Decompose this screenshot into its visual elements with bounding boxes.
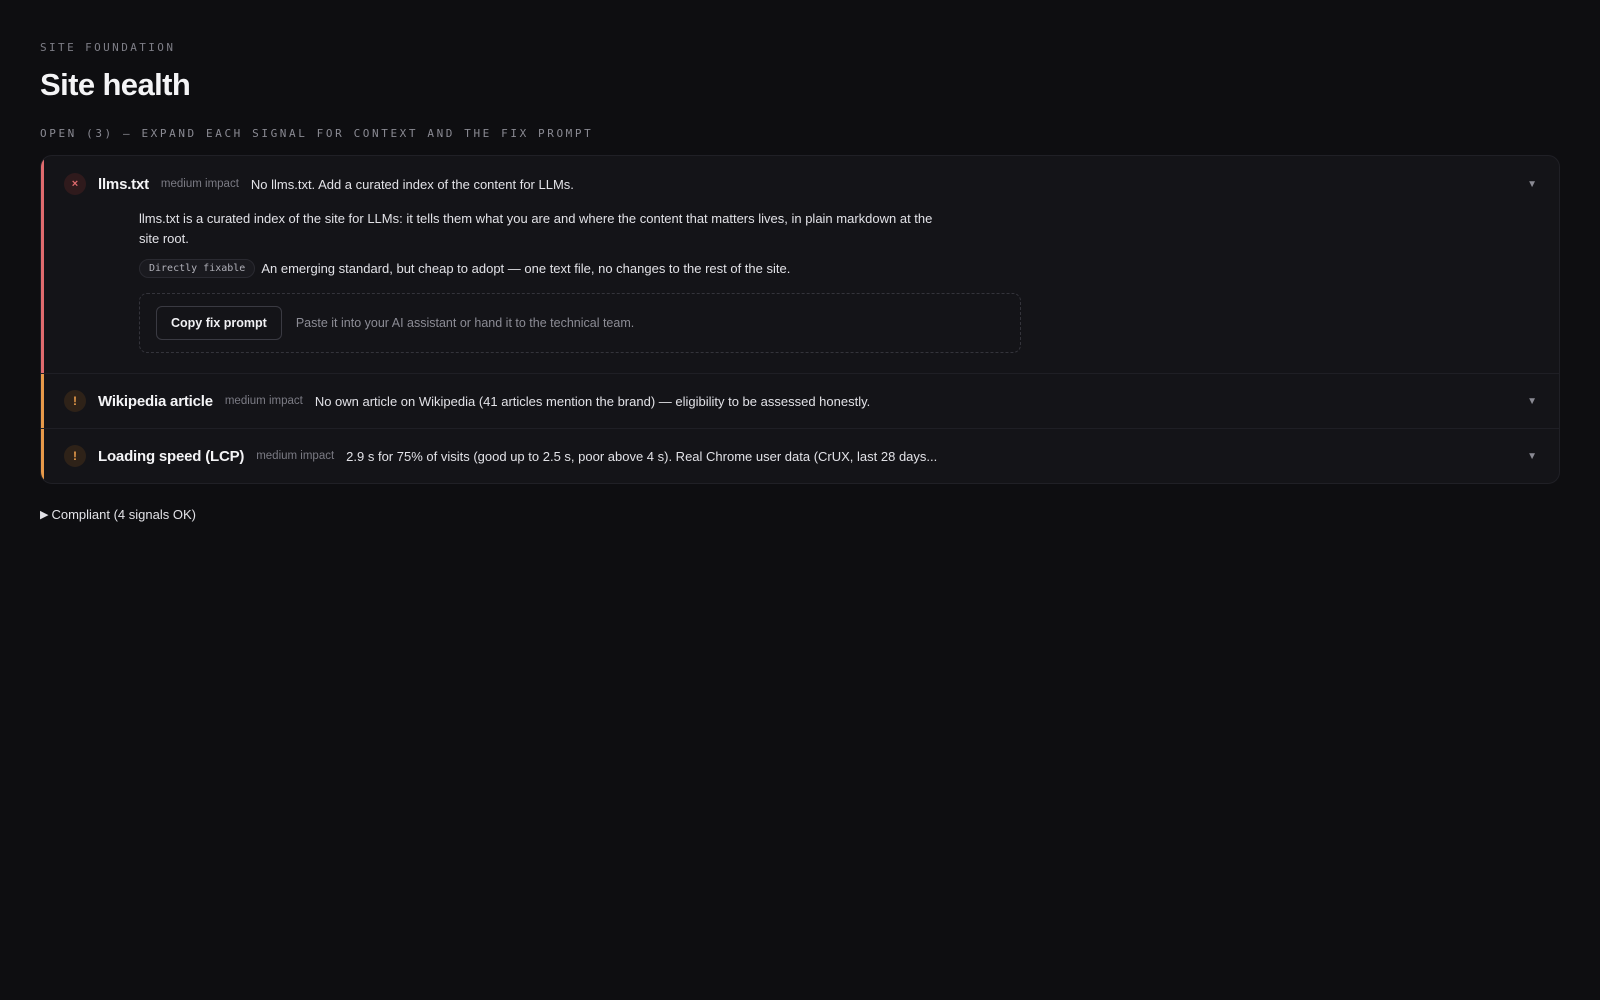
signal-description: llms.txt is a curated index of the site …: [139, 211, 933, 247]
signal-title: Loading speed (LCP): [98, 447, 245, 465]
exclamation-icon: !: [64, 445, 86, 468]
signals-panel: × llms.txt medium impact No llms.txt. Ad…: [40, 155, 1560, 485]
status-bar: [41, 374, 44, 429]
signal-loading-speed: ! Loading speed (LCP) medium impact 2.9 …: [41, 428, 1559, 484]
impact-label: medium impact: [224, 395, 303, 408]
compliant-label: Compliant (4 signals OK): [51, 507, 196, 523]
triangle-right-icon: ▶: [40, 509, 49, 522]
signal-title: llms.txt: [98, 175, 149, 193]
signal-summary: No own article on Wikipedia (41 articles…: [314, 393, 871, 409]
site-health-page: SITE FOUNDATION Site health OPEN (3) — E…: [0, 0, 1600, 523]
fix-prompt-box: Copy fix prompt Paste it into your AI as…: [139, 293, 1021, 354]
fixable-badge: Directly fixable: [139, 259, 256, 279]
signal-summary: No llms.txt. Add a curated index of the …: [250, 176, 574, 192]
page-eyebrow: SITE FOUNDATION: [40, 41, 176, 54]
chevron-down-icon[interactable]: ▼: [1527, 179, 1539, 190]
fix-row: Directly fixable An emerging standard, b…: [139, 259, 1539, 279]
signal-header-loading-speed[interactable]: ! Loading speed (LCP) medium impact 2.9 …: [41, 429, 1559, 483]
status-bar: [41, 429, 44, 484]
signal-header-wikipedia-article[interactable]: ! Wikipedia article medium impact No own…: [41, 374, 1559, 428]
chevron-down-icon[interactable]: ▼: [1527, 451, 1539, 462]
page-title: Site health: [40, 67, 191, 102]
compliant-toggle[interactable]: ▶ Compliant (4 signals OK): [40, 507, 196, 522]
impact-label: medium impact: [160, 178, 239, 191]
exclamation-icon: !: [64, 390, 86, 413]
signal-body-llms-txt: llms.txt is a curated index of the site …: [41, 209, 1559, 373]
status-bar: [41, 156, 44, 374]
signal-wikipedia-article: ! Wikipedia article medium impact No own…: [41, 373, 1559, 429]
signal-summary: 2.9 s for 75% of visits (good up to 2.5 …: [346, 448, 938, 464]
signal-header-llms-txt[interactable]: × llms.txt medium impact No llms.txt. Ad…: [41, 156, 1559, 212]
impact-label: medium impact: [256, 450, 335, 463]
chevron-down-icon[interactable]: ▼: [1527, 396, 1539, 407]
signal-title: Wikipedia article: [98, 392, 213, 410]
signal-llms-txt: × llms.txt medium impact No llms.txt. Ad…: [41, 156, 1559, 374]
close-icon: ×: [64, 173, 86, 196]
fix-note: An emerging standard, but cheap to adopt…: [261, 261, 791, 277]
copy-fix-prompt-button[interactable]: Copy fix prompt: [156, 306, 282, 341]
section-label: OPEN (3) — EXPAND EACH SIGNAL FOR CONTEX…: [40, 127, 594, 141]
prompt-hint: Paste it into your AI assistant or hand …: [295, 316, 635, 331]
